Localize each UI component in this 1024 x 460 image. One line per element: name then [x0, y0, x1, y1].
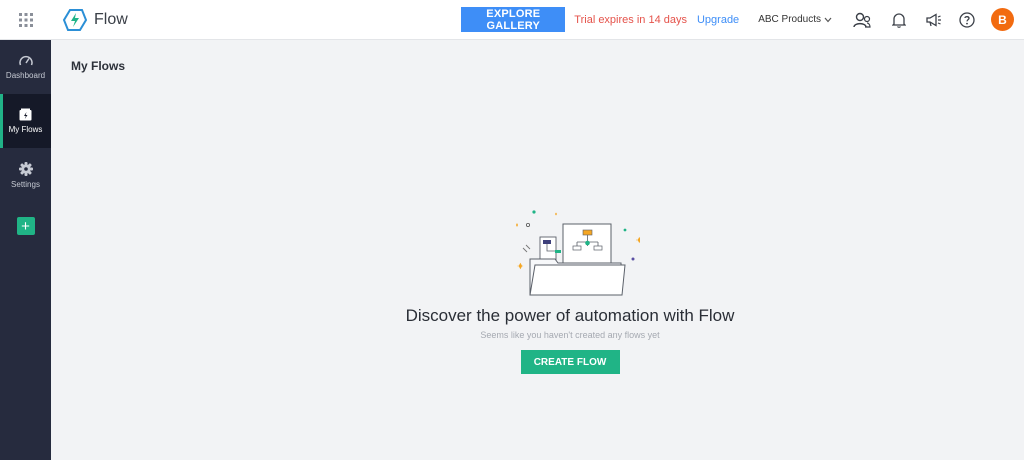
- sidebar-item-settings[interactable]: Settings: [0, 148, 51, 202]
- sidebar-item-my-flows[interactable]: My Flows: [0, 94, 51, 148]
- empty-state-subtext: Seems like you haven't created any flows…: [480, 330, 660, 340]
- chevron-down-icon: [824, 17, 832, 22]
- empty-state: Discover the power of automation with Fl…: [51, 195, 1024, 374]
- user-avatar[interactable]: B: [991, 8, 1014, 31]
- explore-gallery-button[interactable]: EXPLORE GALLERY: [461, 7, 566, 32]
- top-bar: Flow EXPLORE GALLERY Trial expires in 14…: [0, 0, 1024, 40]
- sidebar-item-label: Settings: [11, 179, 40, 189]
- sidebar-item-dashboard[interactable]: Dashboard: [0, 40, 51, 94]
- upgrade-link[interactable]: Upgrade: [697, 14, 739, 26]
- org-name: ABC Products: [758, 14, 821, 25]
- org-switcher[interactable]: ABC Products: [758, 14, 832, 25]
- sidebar-item-label: Dashboard: [5, 70, 46, 80]
- speedometer-icon: [18, 55, 33, 65]
- add-button[interactable]: +: [16, 217, 35, 235]
- page-title: My Flows: [71, 59, 126, 73]
- gear-icon: [18, 161, 33, 176]
- sidebar-item-label: My Flows: [8, 125, 43, 134]
- bell-icon[interactable]: [889, 10, 909, 30]
- empty-folder-illustration: [516, 210, 640, 296]
- users-icon[interactable]: [852, 10, 872, 30]
- sidebar: Dashboard My Flows Settings +: [0, 40, 51, 460]
- empty-state-headline: Discover the power of automation with Fl…: [405, 306, 735, 325]
- app-name: Flow: [94, 10, 128, 28]
- app-grid-icon[interactable]: [0, 0, 51, 40]
- folder-flow-icon: [19, 108, 32, 121]
- app-logo[interactable]: Flow: [62, 7, 128, 33]
- flow-logo-icon: [62, 8, 88, 31]
- trial-status: Trial expires in 14 days: [574, 13, 687, 26]
- help-icon[interactable]: [957, 10, 977, 30]
- create-flow-button[interactable]: CREATE FLOW: [520, 350, 620, 374]
- megaphone-icon[interactable]: [923, 10, 943, 30]
